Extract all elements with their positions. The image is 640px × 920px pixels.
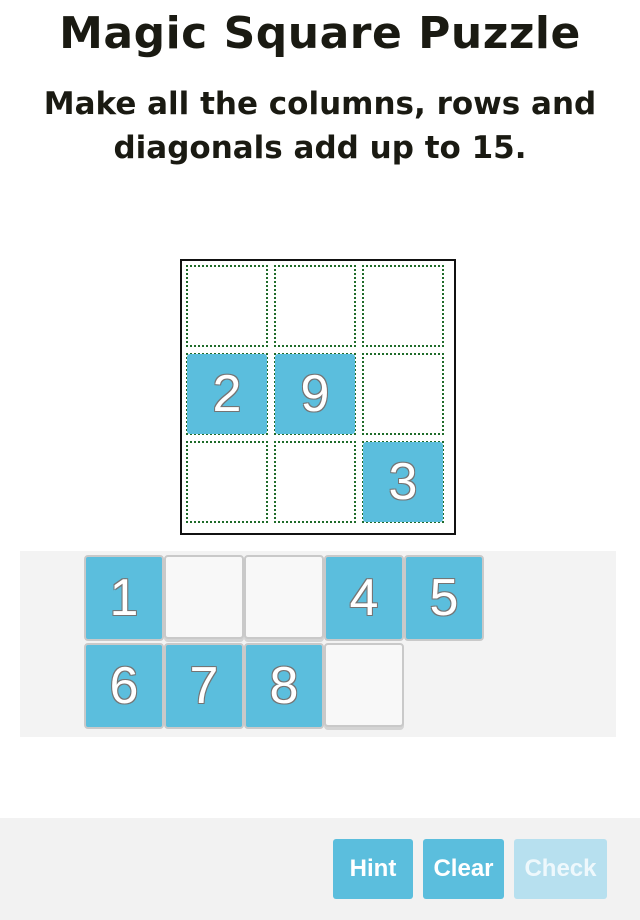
page-title: Magic Square Puzzle [59, 8, 581, 59]
tray-tile[interactable]: 6 [84, 643, 164, 729]
tray-tile[interactable]: 5 [404, 555, 484, 641]
tray-empty-slot [164, 555, 244, 639]
number-tray: 1 4 5 6 7 8 [20, 551, 616, 737]
clear-button[interactable]: Clear [423, 839, 504, 899]
tray-tile[interactable]: 8 [244, 643, 324, 729]
number-tile[interactable]: 9 [275, 354, 355, 434]
instructions-line-2: diagonals add up to 15. [113, 130, 527, 166]
tray-tile[interactable]: 4 [324, 555, 404, 641]
board-cell-r2c1[interactable]: 2 [186, 353, 268, 435]
tray-tile[interactable]: 7 [164, 643, 244, 729]
instructions: Make all the columns, rows and diagonals… [30, 82, 610, 170]
game-page: Magic Square Puzzle Make all the columns… [0, 0, 640, 920]
hint-button[interactable]: Hint [333, 839, 413, 899]
board-cell-r3c2[interactable] [274, 441, 356, 523]
magic-square-board: 2 9 3 [180, 259, 456, 535]
number-tile[interactable]: 2 [187, 354, 267, 434]
instructions-line-1: Make all the columns, rows and [43, 86, 597, 122]
number-tile[interactable]: 3 [363, 442, 443, 522]
tray-empty-slot [324, 643, 404, 727]
board-cell-r3c1[interactable] [186, 441, 268, 523]
action-bar: Hint Clear Check [0, 818, 640, 920]
check-button[interactable]: Check [514, 839, 607, 899]
board-cell-r1c1[interactable] [186, 265, 268, 347]
board-cell-r2c2[interactable]: 9 [274, 353, 356, 435]
board-cell-r3c3[interactable]: 3 [362, 441, 444, 523]
board-cell-r1c3[interactable] [362, 265, 444, 347]
tray-empty-slot [244, 555, 324, 639]
board-cell-r2c3[interactable] [362, 353, 444, 435]
tray-tile[interactable]: 1 [84, 555, 164, 641]
board-cell-r1c2[interactable] [274, 265, 356, 347]
